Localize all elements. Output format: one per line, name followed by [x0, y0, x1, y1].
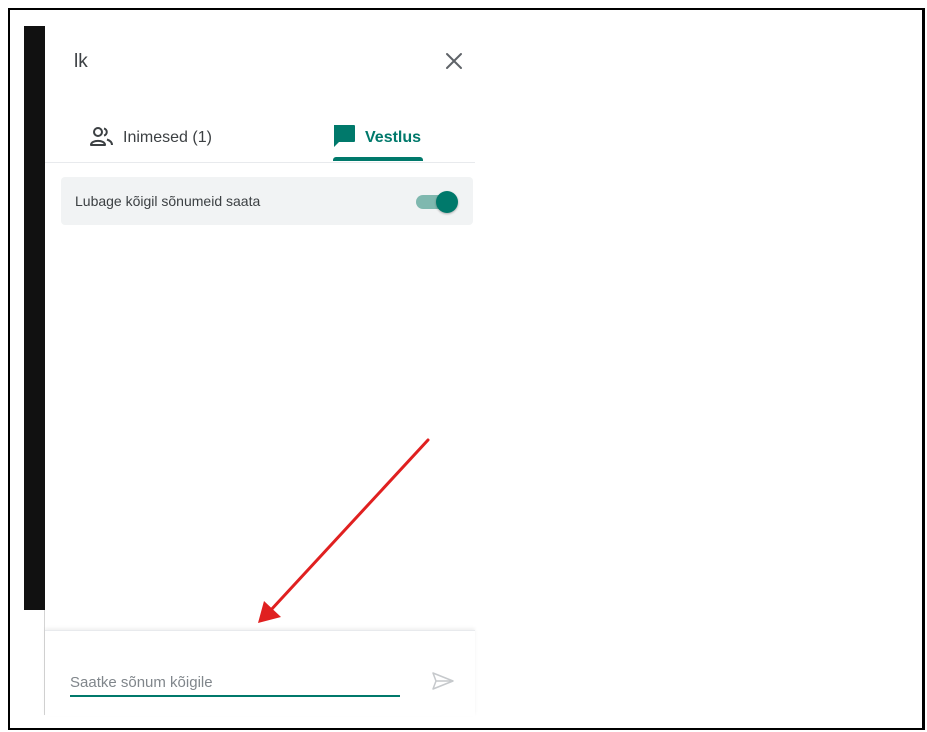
allow-messages-label: Lubage kõigil sõnumeid saata	[75, 193, 261, 209]
message-input[interactable]	[70, 669, 400, 697]
people-icon	[89, 124, 115, 153]
tab-chat[interactable]: Vestlus	[331, 114, 421, 162]
tab-chat-label: Vestlus	[365, 129, 422, 146]
active-tab-indicator	[333, 157, 423, 161]
allow-messages-toggle[interactable]	[414, 190, 460, 214]
message-composer	[45, 630, 475, 716]
chat-bubble-icon	[331, 123, 357, 154]
toggle-knob	[436, 191, 458, 213]
tab-people[interactable]: Inimesed (1)	[89, 114, 212, 162]
send-icon[interactable]	[431, 669, 455, 693]
close-icon[interactable]	[442, 49, 466, 73]
allow-messages-setting: Lubage kõigil sõnumeid saata	[61, 177, 473, 225]
chat-side-panel: lk Inimesed (1) Vestlus Lubage kõigil sõ…	[45, 26, 475, 715]
panel-title: lk	[74, 51, 88, 72]
tab-people-label: Inimesed (1)	[123, 129, 212, 146]
panel-tabs: Inimesed (1) Vestlus	[45, 114, 475, 163]
left-dark-strip	[24, 26, 45, 610]
